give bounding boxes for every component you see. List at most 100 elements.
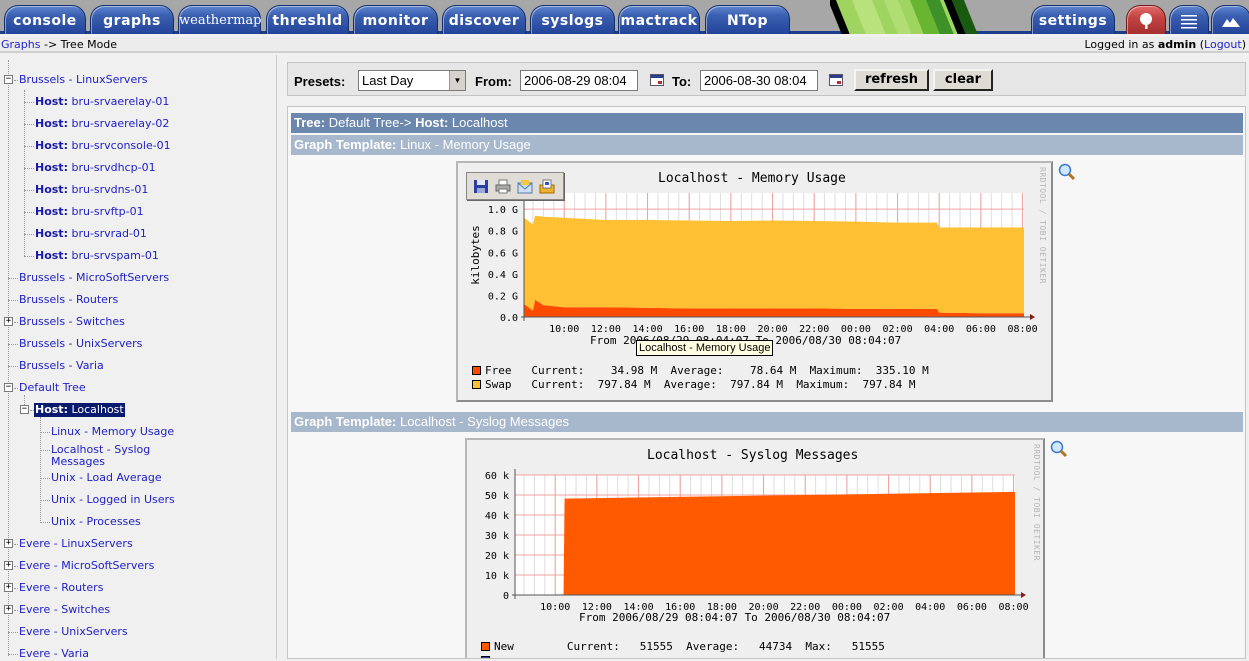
memory-usage-graph[interactable]: Localhost - Memory Usage 0.0 0.2 G 0.4 G 0.…	[456, 161, 1053, 402]
clear-button[interactable]: clear	[933, 69, 993, 91]
breadcrumb-separator: ->	[43, 38, 58, 51]
tab-settings[interactable]: settings	[1031, 5, 1115, 34]
tree-view-button[interactable]	[1126, 5, 1166, 34]
to-date-input[interactable]: 2006-08-30 08:04	[700, 70, 818, 91]
tab-console[interactable]: console	[4, 5, 86, 34]
legend-swatch	[481, 642, 490, 651]
save-icon[interactable]	[473, 179, 489, 194]
collapse-toggle[interactable]: −	[20, 405, 29, 414]
timespan-filter: Presets: Last Day ▼ From: 2006-08-29 08:…	[287, 62, 1246, 96]
tree-group-brussels-microsoftservers[interactable]: Brussels - MicroSoftServers	[19, 271, 169, 285]
magnifier-icon	[1050, 440, 1068, 458]
top-navigation: console graphs weathermap threshld monit…	[0, 0, 1249, 34]
series-area-new	[515, 491, 1015, 595]
x-tick-label: 10:00	[540, 602, 570, 613]
from-label: From:	[475, 74, 512, 89]
tree-host[interactable]: Host: bru-srvdns-01	[35, 183, 148, 197]
refresh-button[interactable]: refresh	[854, 69, 929, 91]
magnifier-icon	[1058, 163, 1076, 181]
tree-group-evere-microsoftservers[interactable]: Evere - MicroSoftServers	[19, 559, 154, 573]
tree-host[interactable]: Host: bru-srvaerelay-01	[35, 95, 169, 109]
tree-graph-item[interactable]: Unix - Logged in Users	[51, 493, 175, 507]
tree-graph-item[interactable]: Unix - Load Average	[51, 471, 162, 485]
tab-discover[interactable]: discover	[442, 5, 526, 34]
y-tick-label: 0.0	[500, 313, 518, 324]
expand-toggle[interactable]: +	[4, 561, 13, 570]
tree-group-evere-switches[interactable]: Evere - Switches	[19, 603, 110, 617]
preview-icon	[1222, 18, 1240, 27]
login-prefix: Logged in as	[1084, 38, 1155, 51]
tree-group-brussels-routers[interactable]: Brussels - Routers	[19, 293, 118, 307]
legend-row-partial	[481, 654, 494, 658]
tab-graphs[interactable]: graphs	[90, 5, 174, 34]
y-axis-label: kilobytes	[469, 225, 482, 285]
expand-toggle[interactable]: +	[4, 605, 13, 614]
tree-connector	[24, 90, 25, 256]
tab-threshld[interactable]: threshld	[266, 5, 349, 34]
zoom-graph-button[interactable]	[1058, 163, 1076, 181]
logout-link[interactable]: Logout	[1204, 38, 1242, 51]
tree-host[interactable]: Host: bru-srvconsole-01	[35, 139, 171, 153]
tree-group-brussels-varia[interactable]: Brussels - Varia	[19, 359, 104, 373]
tab-mactrack[interactable]: mactrack	[618, 5, 700, 34]
main-panel: Presets: Last Day ▼ From: 2006-08-29 08:…	[285, 60, 1249, 659]
export-icon[interactable]	[539, 179, 555, 194]
tab-weathermap[interactable]: weathermap	[178, 5, 261, 34]
tree-group-brussels-linuxservers[interactable]: Brussels - LinuxServers	[19, 73, 147, 87]
tree-group-default-tree[interactable]: Default Tree	[19, 381, 86, 395]
tree-host[interactable]: Host: bru-srvdhcp-01	[35, 161, 156, 175]
legend-row-new: New Current: 51555 Average: 44734 Max: 5…	[481, 640, 885, 653]
tree-host[interactable]: Host: bru-srvspam-01	[35, 249, 159, 263]
presets-value: Last Day	[362, 73, 414, 88]
tree-host-localhost-selected[interactable]: Host: Localhost	[34, 403, 125, 417]
breadcrumb-graphs-link[interactable]: Graphs	[1, 38, 40, 51]
expand-toggle[interactable]: +	[4, 539, 13, 548]
breadcrumb-bar: Graphs -> Tree Mode Logged in as admin (…	[0, 37, 1249, 53]
y-tick-label: 0	[503, 591, 509, 602]
tree-graph-item[interactable]: Linux - Memory Usage	[51, 425, 174, 439]
tree-graph-item[interactable]: Unix - Processes	[51, 515, 141, 529]
tree-host[interactable]: Host: bru-srvftp-01	[35, 205, 144, 219]
x-tick-label: 06:00	[966, 324, 996, 335]
rrdtool-credit: RRDTOOL / TOBI OETIKER	[1038, 167, 1047, 284]
legend-row-free: Free Current: 34.98 M Average: 78.64 M M…	[472, 364, 929, 377]
legend-row-swap: Swap Current: 797.84 M Average: 797.84 M…	[472, 378, 916, 391]
tree-group-evere-linuxservers[interactable]: Evere - LinuxServers	[19, 537, 133, 551]
tree-group-brussels-unixservers[interactable]: Brussels - UnixServers	[19, 337, 142, 351]
print-icon[interactable]	[495, 179, 511, 194]
header-logo-art	[830, 0, 1030, 34]
y-tick-label: 0.4 G	[488, 270, 518, 281]
collapse-toggle[interactable]: −	[4, 383, 13, 392]
collapse-toggle[interactable]: −	[4, 75, 13, 84]
from-date-input[interactable]: 2006-08-29 08:04	[520, 70, 638, 91]
calendar-icon[interactable]	[650, 74, 664, 86]
x-tick-label: 08:00	[998, 602, 1028, 613]
tree-group-evere-routers[interactable]: Evere - Routers	[19, 581, 103, 595]
expand-toggle[interactable]: +	[4, 317, 13, 326]
tree-group-brussels-switches[interactable]: Brussels - Switches	[19, 315, 125, 329]
zoom-graph-button[interactable]	[1050, 440, 1068, 458]
y-tick-label: 0.2 G	[488, 291, 518, 302]
presets-select[interactable]: Last Day ▼	[358, 70, 466, 91]
email-icon[interactable]	[517, 179, 533, 194]
tab-monitor[interactable]: monitor	[353, 5, 438, 34]
tab-ntop[interactable]: NTop	[705, 5, 790, 34]
tree-graph-item-continued[interactable]: Messages	[51, 455, 105, 469]
preview-view-button[interactable]	[1211, 5, 1249, 34]
tree-host[interactable]: Host: bru-srvaerelay-02	[35, 117, 169, 131]
y-tick-label: 20 k	[485, 551, 509, 562]
syslog-messages-graph[interactable]: Localhost - Syslog Messages 0 10 k 20 k 30 …	[465, 438, 1045, 658]
calendar-icon[interactable]	[829, 74, 843, 86]
rrdtool-credit: RRDTOOL / TOBI OETIKER	[1032, 444, 1041, 561]
list-view-button[interactable]	[1169, 5, 1209, 34]
x-tick-label: 10:00	[549, 324, 579, 335]
y-tick-label: 40 k	[485, 511, 509, 522]
chevron-down-icon[interactable]: ▼	[449, 71, 465, 90]
expand-toggle[interactable]: +	[4, 583, 13, 592]
tree-host[interactable]: Host: bru-srvrad-01	[35, 227, 147, 241]
tab-syslogs[interactable]: syslogs	[530, 5, 615, 34]
y-tick-label: 1.0 G	[488, 205, 518, 216]
list-view-icon	[1181, 15, 1197, 29]
tree-header: Tree: Default Tree-> Host: Localhost	[291, 113, 1243, 133]
tree-group-evere-unixservers[interactable]: Evere - UnixServers	[19, 625, 128, 639]
